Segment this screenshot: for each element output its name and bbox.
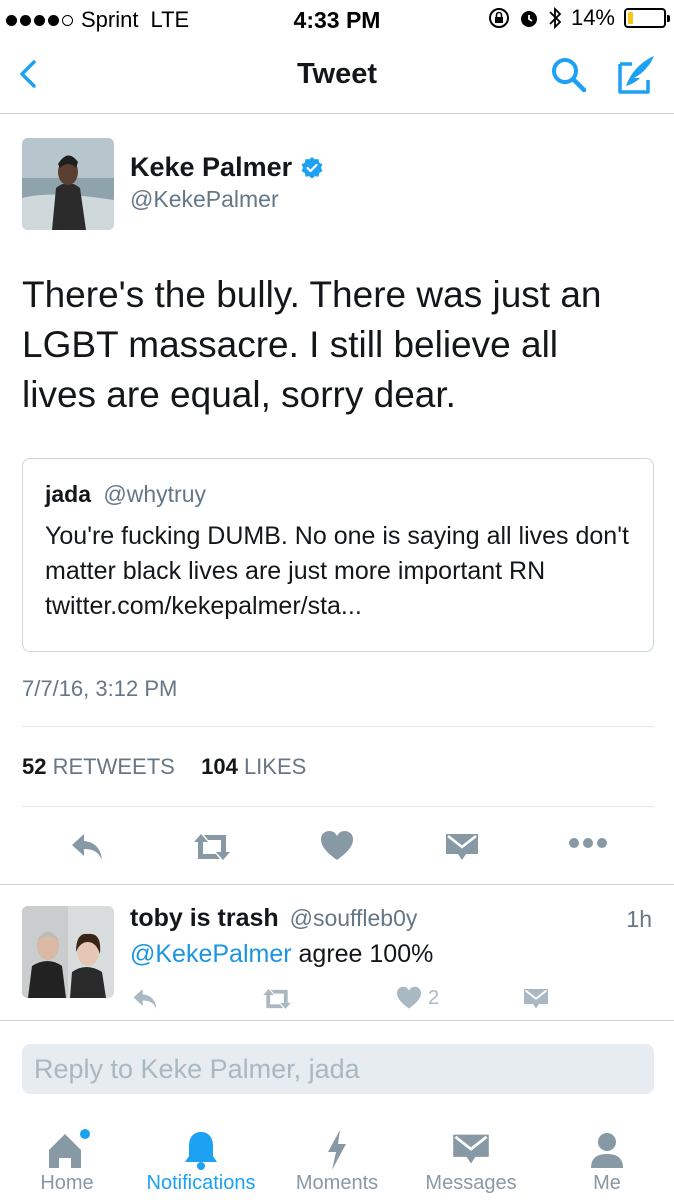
like-label[interactable]: LIKES — [244, 754, 306, 779]
author-handle[interactable]: @KekePalmer — [130, 186, 279, 213]
reply-body: agree 100% — [291, 940, 434, 968]
reply-like-button[interactable]: 2 — [396, 986, 439, 1010]
tweet-timestamp: 7/7/16, 3:12 PM — [22, 676, 178, 701]
more-options-icon[interactable] — [568, 836, 608, 850]
tab-moments[interactable]: Moments — [270, 1110, 404, 1200]
avatar-image — [22, 138, 114, 230]
tweet-stats: 52 RETWEETS 104 LIKES — [22, 754, 306, 780]
author-avatar[interactable] — [22, 138, 114, 230]
reply-input[interactable]: Reply to Keke Palmer, jada — [22, 1044, 654, 1094]
bluetooth-icon — [549, 6, 562, 30]
quoted-author-handle: @whytruy — [103, 481, 207, 507]
tab-bar: Home Notifications Moments Messages Me — [0, 1110, 674, 1200]
battery-percent: 14% — [570, 5, 615, 30]
quoted-tweet-header: jada @whytruy — [45, 481, 206, 508]
tweet-action-bar — [0, 822, 674, 872]
reply-mention-link[interactable]: @KekePalmer — [130, 940, 292, 968]
envelope-icon — [453, 1134, 489, 1164]
alarm-icon — [520, 11, 537, 27]
quoted-tweet-text: You're fucking DUMB. No one is saying al… — [45, 522, 629, 620]
like-heart-icon — [397, 986, 421, 1009]
divider — [22, 806, 654, 807]
reply-retweet-button[interactable] — [260, 986, 294, 1012]
section-separator — [0, 1020, 674, 1021]
reply-like-count: 2 — [428, 986, 440, 1009]
tweet-text: There's the bully. There was just an LGB… — [22, 274, 602, 415]
tab-label: Notifications — [146, 1172, 256, 1194]
nav-bar: Tweet — [0, 40, 674, 114]
reply-author-handle[interactable]: @souffleb0y — [290, 905, 418, 931]
compose-tweet-icon[interactable] — [612, 52, 658, 98]
tab-label: Moments — [295, 1172, 379, 1194]
reply-reply-button[interactable] — [130, 986, 160, 1012]
retweet-count[interactable]: 52 — [22, 754, 46, 779]
reply-icon[interactable] — [68, 830, 106, 864]
reply-author-name[interactable]: toby is trash — [130, 904, 279, 932]
quoted-author-name: jada — [45, 481, 92, 507]
tab-label: Me — [593, 1172, 621, 1194]
reply-text: @KekePalmer agree 100% — [130, 940, 433, 969]
home-icon — [49, 1129, 90, 1168]
lightning-icon — [328, 1130, 346, 1170]
person-icon — [591, 1133, 623, 1168]
battery-fill — [628, 12, 633, 24]
reply-icon — [133, 989, 157, 1009]
tab-messages[interactable]: Messages — [404, 1110, 538, 1200]
direct-message-icon[interactable] — [444, 830, 480, 862]
reply-header: toby is trash @souffleb0y — [130, 904, 417, 933]
tab-label: Messages — [425, 1172, 517, 1194]
status-bar: Sprint LTE 4:33 PM 14% — [0, 0, 674, 40]
reply-action-bar: 2 — [0, 984, 674, 1018]
divider — [22, 726, 654, 727]
like-count[interactable]: 104 — [201, 754, 238, 779]
retweet-icon — [263, 989, 291, 1009]
verified-badge-icon — [301, 156, 323, 179]
author-name[interactable]: Keke Palmer — [130, 152, 292, 183]
retweet-label[interactable]: RETWEETS — [53, 754, 175, 779]
tab-label: Home — [40, 1172, 94, 1194]
reply-time: 1h — [626, 906, 652, 932]
retweet-icon[interactable] — [190, 830, 234, 864]
like-heart-icon[interactable] — [320, 830, 354, 862]
tab-home[interactable]: Home — [0, 1110, 134, 1200]
orientation-lock-icon — [488, 8, 509, 28]
direct-message-icon — [524, 989, 548, 1009]
section-separator — [0, 884, 674, 885]
author-name-row: Keke Palmer — [130, 152, 324, 183]
reply-message-button[interactable] — [522, 986, 550, 1010]
search-icon[interactable] — [548, 54, 590, 96]
tab-notifications[interactable]: Notifications — [134, 1110, 268, 1200]
tab-me[interactable]: Me — [540, 1110, 674, 1200]
bell-icon — [185, 1132, 217, 1170]
battery-icon — [624, 8, 670, 28]
status-right: 14% — [488, 5, 670, 31]
quoted-tweet-card[interactable]: jada @whytruy You're fucking DUMB. No on… — [22, 458, 654, 652]
